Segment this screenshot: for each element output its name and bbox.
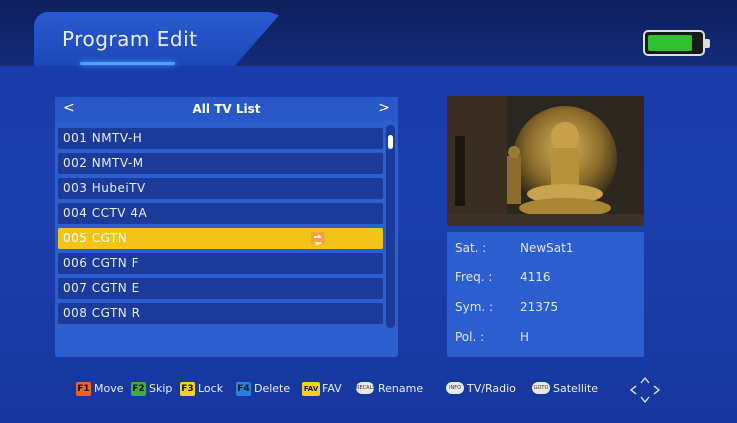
channel-label: 006 CGTN F bbox=[63, 256, 139, 270]
tv-radio-label[interactable]: TV/Radio bbox=[467, 382, 516, 396]
pol-value: H bbox=[520, 330, 530, 344]
channel-row[interactable]: 001 NMTV-H bbox=[58, 128, 383, 149]
f3-label[interactable]: Lock bbox=[198, 382, 223, 396]
battery-icon bbox=[643, 30, 710, 56]
channel-label: 007 CGTN E bbox=[63, 281, 140, 295]
info-key-icon: INFO bbox=[446, 382, 464, 394]
next-list-button[interactable]: > bbox=[378, 100, 390, 116]
title-underline bbox=[80, 62, 175, 65]
battery-level bbox=[648, 35, 692, 51]
screen: Program Edit < All TV List > 001 NMTV-H … bbox=[0, 0, 737, 423]
f2-key-icon: F2 bbox=[131, 382, 146, 396]
fav-label[interactable]: FAV bbox=[322, 382, 342, 396]
channel-label: 002 NMTV-M bbox=[63, 156, 144, 170]
channel-label: 001 NMTV-H bbox=[63, 131, 143, 145]
goto-key-icon: GOTO bbox=[532, 382, 550, 394]
sat-label: Sat. : bbox=[455, 241, 487, 255]
freq-value: 4116 bbox=[520, 270, 551, 284]
sym-value: 21375 bbox=[520, 300, 559, 314]
sym-label: Sym. : bbox=[455, 300, 494, 314]
channel-info-panel: Sat. : NewSat1 Freq. : 4116 Sym. : 21375… bbox=[447, 232, 644, 357]
f1-key-icon: F1 bbox=[76, 382, 91, 396]
freq-label: Freq. : bbox=[455, 270, 493, 284]
sat-value: NewSat1 bbox=[520, 241, 574, 255]
recall-key-icon: RECALL bbox=[356, 382, 375, 394]
battery-nub bbox=[705, 39, 710, 48]
list-title: All TV List bbox=[192, 102, 261, 116]
channel-row[interactable]: 003 HubeiTV bbox=[58, 178, 383, 199]
f4-key-icon: F4 bbox=[236, 382, 251, 396]
channel-label: 008 CGTN R bbox=[63, 306, 141, 320]
f2-label[interactable]: Skip bbox=[149, 382, 172, 396]
temple-buddha-image bbox=[447, 96, 644, 226]
satellite-label[interactable]: Satellite bbox=[553, 382, 598, 396]
f1-label[interactable]: Move bbox=[94, 382, 124, 396]
channel-label: 005 CGTN bbox=[63, 231, 128, 245]
channel-row[interactable]: 006 CGTN F bbox=[58, 253, 383, 274]
channel-list-panel: < All TV List > 001 NMTV-H 002 NMTV-M 00… bbox=[55, 97, 398, 357]
channel-label: 004 CCTV 4A bbox=[63, 206, 148, 220]
page-title: Program Edit bbox=[62, 27, 198, 51]
channel-row[interactable]: 007 CGTN E bbox=[58, 278, 383, 299]
list-scrollbar[interactable] bbox=[386, 125, 395, 328]
dpad-navigation-icon bbox=[629, 376, 661, 404]
header-bar: Program Edit bbox=[0, 0, 737, 66]
channel-row[interactable]: 002 NMTV-M bbox=[58, 153, 383, 174]
list-header: < All TV List > bbox=[55, 97, 398, 121]
channel-row[interactable]: 008 CGTN R bbox=[58, 303, 383, 324]
fav-key-icon: FAV bbox=[302, 382, 320, 396]
channel-row[interactable]: 004 CCTV 4A bbox=[58, 203, 383, 224]
f3-key-icon: F3 bbox=[180, 382, 195, 396]
key-legend: F1 Move F2 Skip F3 Lock F4 Delete FAV FA… bbox=[0, 373, 737, 404]
rename-label[interactable]: Rename bbox=[378, 382, 423, 396]
video-preview bbox=[447, 96, 644, 226]
channel-row-selected[interactable]: 005 CGTN bbox=[58, 228, 383, 249]
scroll-thumb[interactable] bbox=[388, 135, 393, 149]
f4-label[interactable]: Delete bbox=[254, 382, 290, 396]
move-marker-icon bbox=[311, 232, 325, 246]
pol-label: Pol. : bbox=[455, 330, 485, 344]
channel-label: 003 HubeiTV bbox=[63, 181, 146, 195]
